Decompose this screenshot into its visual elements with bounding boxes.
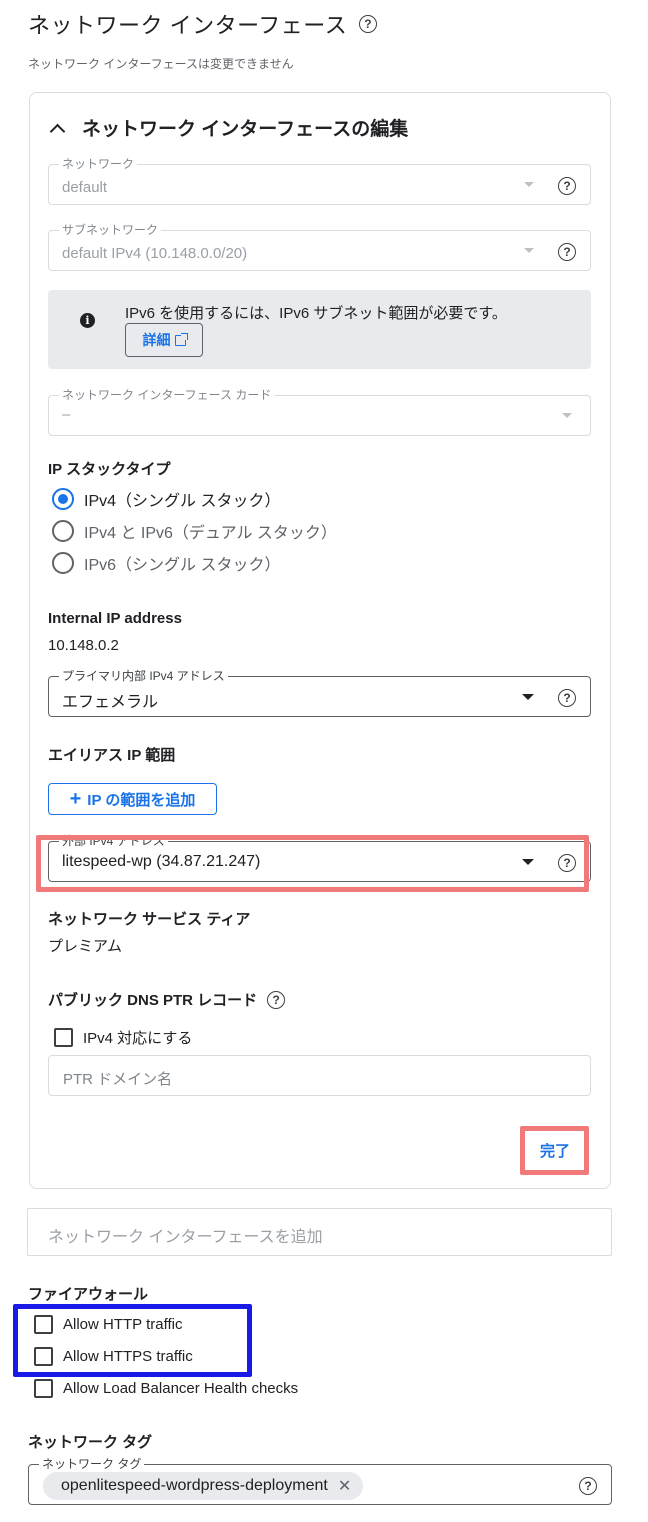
allow-lb-health-checkbox[interactable]: Allow Load Balancer Health checks	[34, 1379, 298, 1398]
subnetwork-value: default IPv4 (10.148.0.0/20)	[62, 245, 248, 262]
checkbox[interactable]	[34, 1379, 53, 1398]
ptr-enable-checkbox[interactable]: IPv4 対応にする	[54, 1027, 192, 1048]
radio-ipv4-single[interactable]: IPv4（シングル スタック）	[52, 487, 280, 511]
ptr-domain-placeholder: PTR ドメイン名	[63, 1071, 173, 1088]
primary-ipv4-select[interactable]: プライマリ内部 IPv4 アドレス エフェメラル ?	[48, 669, 591, 717]
network-help-icon[interactable]: ?	[558, 177, 576, 195]
service-tier-value: プレミアム	[48, 938, 122, 955]
help-icon[interactable]: ?	[359, 15, 378, 33]
ip-stack-title: IP スタックタイプ	[48, 461, 171, 478]
network-tags-title: ネットワーク タグ	[28, 1434, 153, 1451]
ptr-help-icon[interactable]: ?	[267, 990, 286, 1009]
page-title: ネットワーク インターフェース ?	[28, 8, 378, 40]
add-network-interface-label: ネットワーク インターフェースを追加	[48, 1229, 323, 1246]
primary-ipv4-help-icon[interactable]: ?	[558, 689, 576, 707]
nic-card-value: –	[62, 406, 71, 423]
checkbox[interactable]	[54, 1028, 73, 1047]
caret-down-icon	[562, 413, 572, 418]
subnetwork-help-icon[interactable]: ?	[558, 243, 576, 261]
radio-label: IPv4 と IPv6（デュアル スタック）	[84, 525, 337, 542]
ptr-enable-label: IPv4 対応にする	[83, 1030, 193, 1047]
allow-lb-health-label: Allow Load Balancer Health checks	[63, 1380, 299, 1397]
highlight-done	[520, 1126, 589, 1175]
ipv6-info-text: IPv6 を使用するには、IPv6 サブネット範囲が必要です。	[125, 305, 507, 322]
page-title-text: ネットワーク インターフェース	[28, 13, 348, 38]
plus-icon: +	[69, 788, 82, 810]
internal-ip-value: 10.148.0.2	[48, 637, 119, 654]
nic-card-label: ネットワーク インターフェース カード	[59, 388, 275, 402]
radio-label: IPv4（シングル スタック）	[84, 493, 281, 510]
radio-ipv6-single[interactable]: IPv6（シングル スタック）	[52, 551, 280, 575]
ptr-domain-input[interactable]: PTR ドメイン名	[48, 1055, 591, 1096]
ptr-title: パブリック DNS PTR レコード ?	[48, 989, 286, 1010]
radio-button[interactable]	[52, 520, 74, 542]
highlight-http-options	[13, 1304, 252, 1377]
tag-chip-label: openlitespeed-wordpress-deployment	[61, 1477, 328, 1494]
internal-ip-title: Internal IP address	[48, 610, 182, 627]
radio-label: IPv6（シングル スタック）	[84, 557, 281, 574]
caret-down-icon[interactable]	[522, 694, 534, 700]
add-network-interface-button[interactable]: ネットワーク インターフェースを追加	[27, 1208, 612, 1256]
highlight-external-ip	[36, 835, 589, 892]
primary-ipv4-value: エフェメラル	[62, 694, 159, 711]
subnetwork-label: サブネットワーク	[59, 223, 162, 237]
network-tags-input[interactable]: ネットワーク タグ openlitespeed-wordpress-deploy…	[28, 1457, 612, 1505]
add-ip-range-label: IP の範囲を追加	[87, 791, 196, 809]
subnetwork-select: サブネットワーク default IPv4 (10.148.0.0/20) ?	[48, 223, 591, 271]
caret-down-icon	[524, 248, 534, 253]
radio-button[interactable]	[52, 552, 74, 574]
alias-ip-title: エイリアス IP 範囲	[48, 747, 176, 764]
info-icon: i	[80, 313, 95, 328]
chevron-up-icon[interactable]	[50, 121, 64, 135]
close-icon[interactable]: ✕	[338, 1476, 351, 1496]
network-value: default	[62, 179, 108, 196]
caret-down-icon	[524, 182, 534, 187]
external-link-icon	[174, 332, 188, 346]
network-tags-label: ネットワーク タグ	[39, 1457, 145, 1471]
network-label: ネットワーク	[59, 157, 138, 171]
ptr-title-text: パブリック DNS PTR レコード	[48, 992, 258, 1009]
tag-chip[interactable]: openlitespeed-wordpress-deployment ✕	[43, 1472, 364, 1500]
firewall-title: ファイアウォール	[28, 1286, 149, 1303]
network-select: ネットワーク default ?	[48, 157, 591, 205]
details-button[interactable]: 詳細	[125, 323, 203, 357]
nic-card-select: ネットワーク インターフェース カード –	[48, 388, 591, 436]
edit-section-header[interactable]: ネットワーク インターフェースの編集	[50, 114, 408, 141]
details-button-label: 詳細	[142, 332, 171, 348]
network-tags-help-icon[interactable]: ?	[579, 1477, 597, 1495]
radio-dual-stack[interactable]: IPv4 と IPv6（デュアル スタック）	[52, 519, 337, 543]
page-subtitle: ネットワーク インターフェースは変更できません	[28, 57, 294, 71]
primary-ipv4-label: プライマリ内部 IPv4 アドレス	[59, 669, 228, 683]
edit-section-title: ネットワーク インターフェースの編集	[82, 119, 409, 140]
add-ip-range-button[interactable]: + IP の範囲を追加	[48, 783, 217, 815]
service-tier-title: ネットワーク サービス ティア	[48, 911, 251, 928]
radio-button[interactable]	[52, 488, 74, 510]
